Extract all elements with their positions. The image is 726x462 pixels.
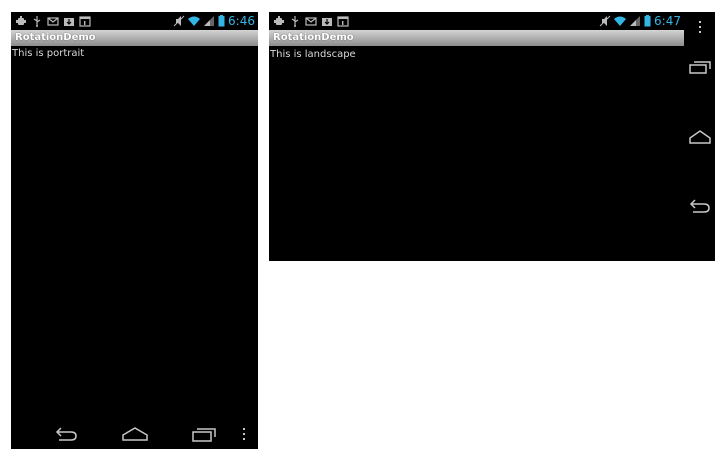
navigation-bar	[684, 12, 715, 261]
email-icon	[305, 17, 317, 26]
calendar-icon	[79, 16, 91, 27]
landscape-screen: 6:47 RotationDemo This is landscape	[269, 12, 715, 261]
menu-icon[interactable]	[241, 427, 247, 441]
battery-icon	[218, 15, 225, 27]
calendar-icon	[337, 16, 349, 27]
mute-icon	[173, 15, 185, 27]
action-bar-title: RotationDemo	[269, 30, 684, 46]
mute-icon	[599, 15, 611, 27]
system-icons: 6:46	[173, 14, 255, 28]
content-text: This is portrait	[12, 48, 85, 59]
back-icon[interactable]	[53, 426, 79, 442]
back-icon[interactable]	[688, 198, 712, 214]
notification-icons	[15, 14, 91, 28]
status-bar: 6:46	[11, 12, 258, 30]
battery-icon	[644, 15, 651, 27]
wifi-icon	[188, 16, 201, 26]
signal-icon	[630, 16, 641, 26]
status-clock: 6:46	[228, 14, 255, 28]
usb-debug-icon	[16, 16, 26, 25]
status-bar: 6:47	[269, 12, 684, 30]
usb-icon	[291, 16, 299, 27]
status-clock: 6:47	[654, 14, 681, 28]
email-icon	[47, 17, 59, 26]
signal-icon	[204, 16, 215, 26]
portrait-screen: 6:46 RotationDemo This is portrait	[11, 12, 258, 449]
usb-icon	[33, 16, 41, 27]
system-icons: 6:47	[599, 14, 681, 28]
recent-apps-icon[interactable]	[688, 59, 712, 75]
action-bar-title: RotationDemo	[11, 30, 258, 46]
menu-icon[interactable]	[697, 20, 703, 34]
notification-icons	[273, 14, 349, 28]
content-text: This is landscape	[270, 49, 356, 60]
navigation-bar	[11, 419, 258, 449]
home-icon[interactable]	[688, 129, 712, 145]
usb-debug-icon	[274, 16, 284, 25]
download-icon	[322, 18, 332, 26]
wifi-icon	[614, 16, 627, 26]
recent-apps-icon[interactable]	[191, 426, 217, 442]
download-icon	[64, 18, 74, 26]
home-icon[interactable]	[121, 426, 149, 442]
